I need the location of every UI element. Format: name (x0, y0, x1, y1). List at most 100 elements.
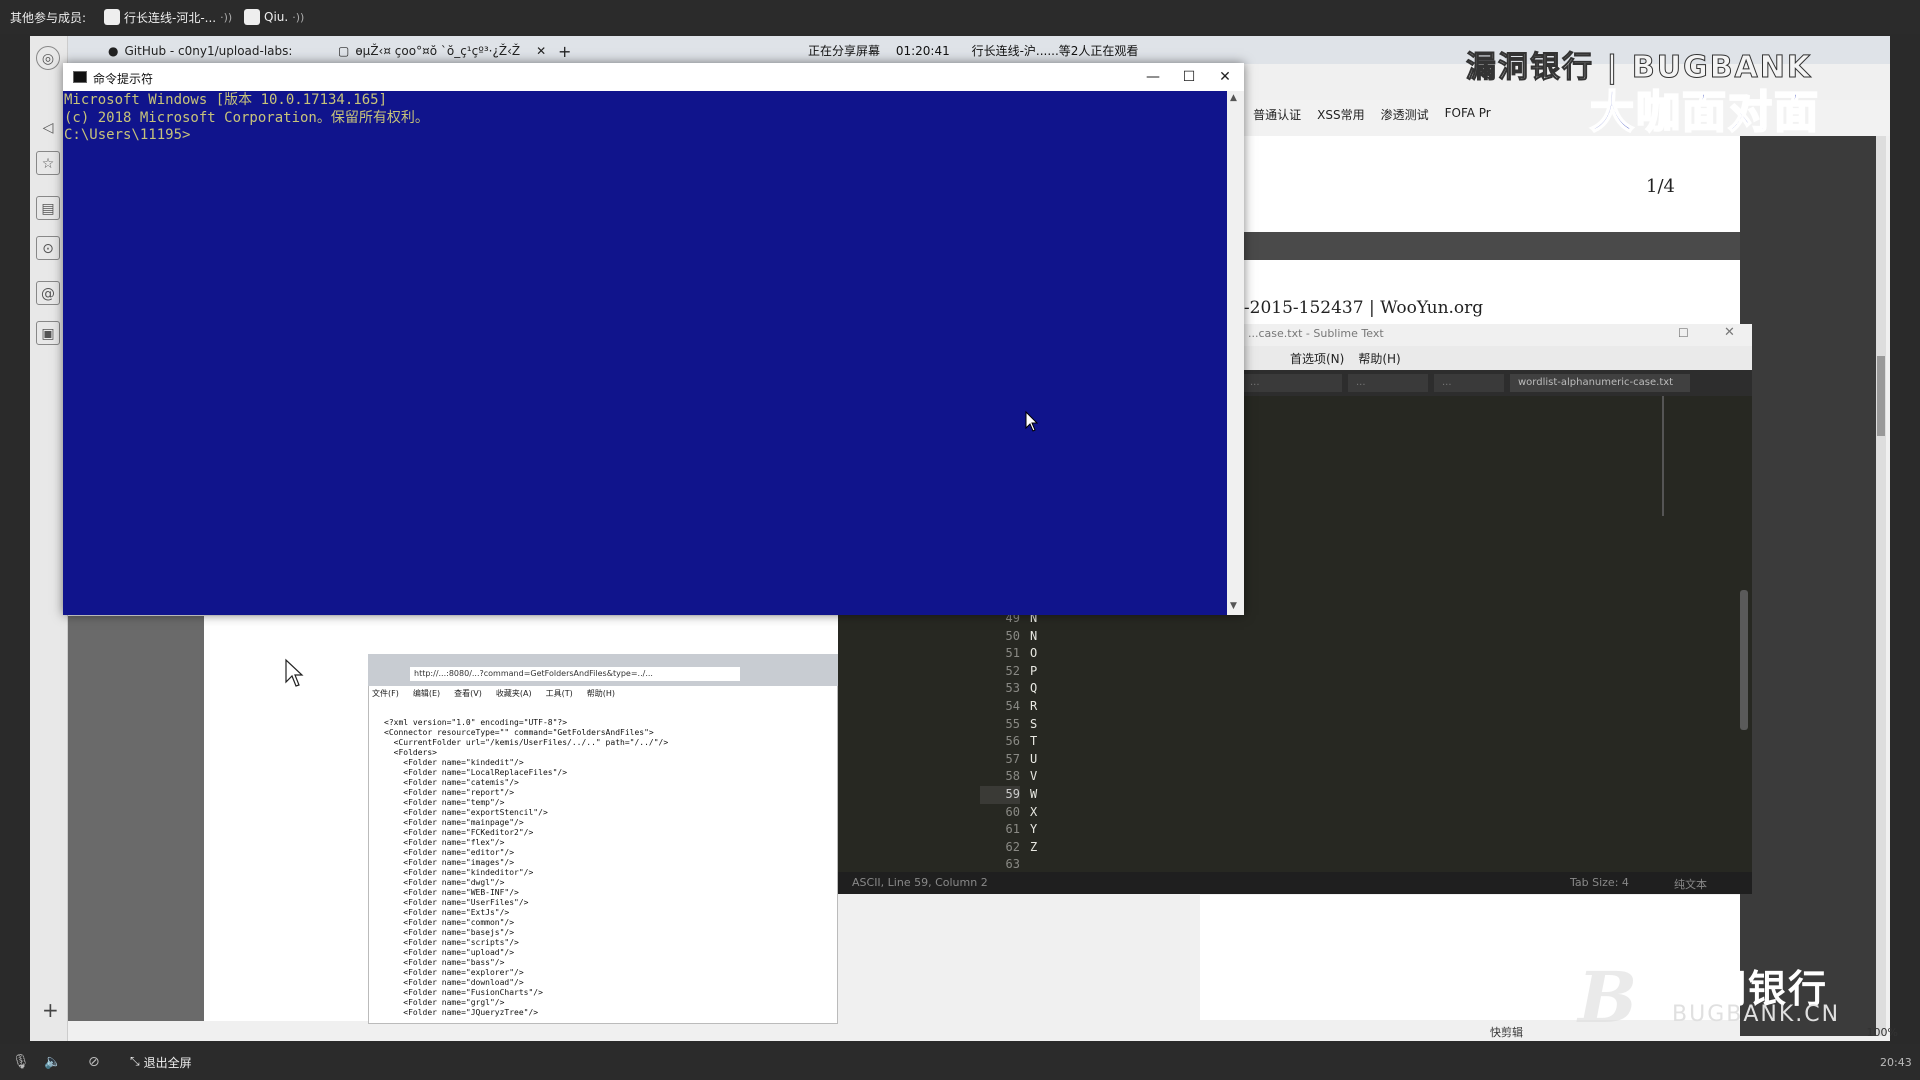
status-position: ASCII, Line 59, Column 2 (852, 876, 988, 889)
maximize-icon[interactable]: ☐ (1678, 326, 1689, 340)
editor-tab[interactable]: ... (1348, 374, 1428, 392)
close-button[interactable]: ✕ (1205, 66, 1245, 88)
xml-line: <Folder name="report"/> (384, 788, 515, 797)
sublime-status-bar: ASCII, Line 59, Column 2 Tab Size: 4 纯文本 (838, 872, 1752, 894)
xml-listing: <?xml version="1.0" encoding="UTF-8"?> <C… (384, 718, 668, 1018)
document-reference: un-2015-152437 | WooYun.org (1222, 298, 1484, 318)
status-tab-size[interactable]: Tab Size: 4 (1570, 876, 1629, 889)
cmd-prompt: C:\Users\11195> (64, 127, 191, 143)
clip-tool[interactable]: 快剪辑 (1490, 1026, 1523, 1039)
embedded-menu-item: 收藏夹(A) (495, 689, 532, 698)
browser-tab[interactable]: ▢ ѳµŽ‹¤ çoo°¤ŏ `ŏ_ç¹çº³·¿Ž‹Ž ✕ (338, 40, 546, 62)
participant-name: 行长连线-河北-... (124, 10, 217, 25)
new-tab-button[interactable]: + (558, 40, 571, 62)
history-icon[interactable]: ▤ (36, 196, 60, 220)
code-line[interactable]: P (1030, 663, 1037, 681)
line-number-gutter: 49 50 51 52 53 54 55 56 57 58 59 60 61 62 63 (980, 610, 1020, 874)
code-line[interactable]: O (1030, 645, 1037, 663)
code-line[interactable]: N (1030, 628, 1037, 646)
download-icon[interactable]: ⊙ (36, 236, 60, 260)
code-line[interactable]: S (1030, 716, 1037, 734)
speaker-icon: ·)) (220, 10, 233, 24)
xml-line: <Folder name="explorer"/> (384, 968, 524, 977)
maximize-button[interactable]: ☐ (1169, 66, 1209, 88)
cmd-scrollbar[interactable]: ▲ ▼ (1227, 91, 1244, 615)
close-tab-icon[interactable]: ✕ (536, 44, 546, 58)
add-icon[interactable]: + (42, 998, 59, 1022)
xml-line: <Folder name="UserFiles"/> (384, 898, 529, 907)
line-number: 54 (1005, 698, 1020, 713)
xml-line: <Folders> (384, 748, 437, 757)
participant-item[interactable]: Qiu. ·)) (244, 5, 304, 29)
sublime-title: ...case.txt - Sublime Text (1248, 327, 1384, 340)
menu-help[interactable]: 帮助(H) (1358, 350, 1400, 367)
participant-item[interactable]: 行长连线-河北-... ·)) (104, 5, 232, 29)
code-line[interactable]: Z (1030, 839, 1037, 857)
menu-preferences[interactable]: 首选项(N) (1290, 350, 1344, 367)
code-line[interactable]: V (1030, 768, 1037, 786)
code-line[interactable]: T (1030, 733, 1037, 751)
clock: 20:43 (1880, 1056, 1912, 1069)
line-number: 58 (1005, 769, 1020, 784)
xml-line: <Folder name="editor"/> (384, 848, 515, 857)
editor-tab-active[interactable]: wordlist-alphanumeric-case.txt (1510, 374, 1690, 392)
editor-tab[interactable]: ... (1434, 374, 1504, 392)
browser-tab[interactable]: ● GitHub - c0ny1/upload-labs: (108, 40, 292, 62)
editor-tab[interactable]: ... (1242, 374, 1342, 392)
xml-line: <Folder name="FusionCharts"/> (384, 988, 543, 997)
document-viewer-background (1740, 136, 1880, 1036)
xml-line: <Folder name="common"/> (384, 918, 515, 927)
bookmark-item[interactable]: 渗透测试 (1381, 106, 1429, 130)
embedded-menu-bar: 文件(F) 编辑(E) 查看(V) 收藏夹(A) 工具(T) 帮助(H) (372, 688, 615, 702)
cmd-app-icon (73, 71, 87, 83)
code-line[interactable]: Q (1030, 680, 1037, 698)
xml-line: <?xml version="1.0" encoding="UTF-8"?> (384, 718, 568, 727)
xml-line: <Folder name="WEB-INF"/> (384, 888, 519, 897)
exit-fullscreen-icon: ⤡ (130, 1054, 140, 1068)
cmd-line: Microsoft Windows [版本 10.0.17134.165] (64, 92, 388, 108)
mic-muted-icon[interactable]: 🎙 (12, 1054, 30, 1070)
code-line[interactable]: Y (1030, 821, 1037, 839)
xml-line: <Folder name="download"/> (384, 978, 524, 987)
code-line[interactable]: X (1030, 804, 1037, 822)
xml-line: <Folder name="bass"/> (384, 958, 505, 967)
xml-line: <Connector resourceType="" command="GetF… (384, 728, 654, 737)
editor-scrollbar[interactable] (1740, 590, 1748, 730)
browser-logo-icon[interactable]: ◎ (36, 46, 60, 70)
scrollbar-thumb[interactable] (1877, 356, 1885, 436)
zoom-level[interactable]: 100% (1867, 1026, 1898, 1039)
camera-off-icon[interactable]: ⊘ (88, 1054, 100, 1070)
xml-line: <CurrentFolder url="/kemis/UserFiles/../… (384, 738, 669, 747)
bookmark-item[interactable]: XSS常用 (1317, 106, 1364, 130)
document-scrollbar[interactable] (1876, 136, 1886, 1036)
exit-fullscreen-button[interactable]: ⤡ 退出全屏 (130, 1054, 192, 1071)
xml-line: <Folder name="kindedit"/> (384, 758, 524, 767)
scroll-down-icon[interactable]: ▼ (1230, 601, 1237, 611)
app-icon[interactable]: ▣ (36, 321, 60, 345)
favorites-icon[interactable]: ☆ (36, 151, 60, 175)
sublime-menu-bar: 首选项(N) 帮助(H) (1238, 346, 1752, 370)
speaker-icon[interactable]: 🔈 (44, 1054, 61, 1070)
github-icon: ● (108, 44, 119, 58)
code-line[interactable]: W (1030, 786, 1037, 804)
watchers-text: 行长连线-沪......等2人正在观看 (971, 44, 1139, 58)
embedded-menu-item: 查看(V) (454, 689, 482, 698)
cmd-console[interactable] (63, 91, 1227, 615)
cmd-title-bar[interactable]: 命令提示符 — ☐ ✕ (63, 63, 1244, 91)
document-footer: 快剪辑 100% (1490, 1024, 1898, 1040)
mail-icon[interactable]: @ (36, 281, 60, 305)
scroll-up-icon[interactable]: ▲ (1230, 93, 1237, 103)
code-line[interactable]: U (1030, 751, 1037, 769)
minimize-button[interactable]: — (1133, 66, 1173, 88)
xml-line: <Folder name="scripts"/> (384, 938, 519, 947)
code-line[interactable]: R (1030, 698, 1037, 716)
sublime-title-bar: ...case.txt - Sublime Text ☐ ✕ (1238, 324, 1752, 346)
participant-name: Qiu. (264, 10, 289, 24)
bookmark-item[interactable]: 普通认证 (1253, 106, 1301, 130)
mouse-pointer-icon (1025, 410, 1039, 432)
embedded-menu-item: 编辑(E) (412, 689, 441, 698)
status-syntax[interactable]: 纯文本 (1674, 876, 1707, 892)
back-icon[interactable]: ◁ (36, 116, 60, 140)
line-number: 59 (980, 785, 1020, 804)
close-icon[interactable]: ✕ (1724, 325, 1735, 340)
